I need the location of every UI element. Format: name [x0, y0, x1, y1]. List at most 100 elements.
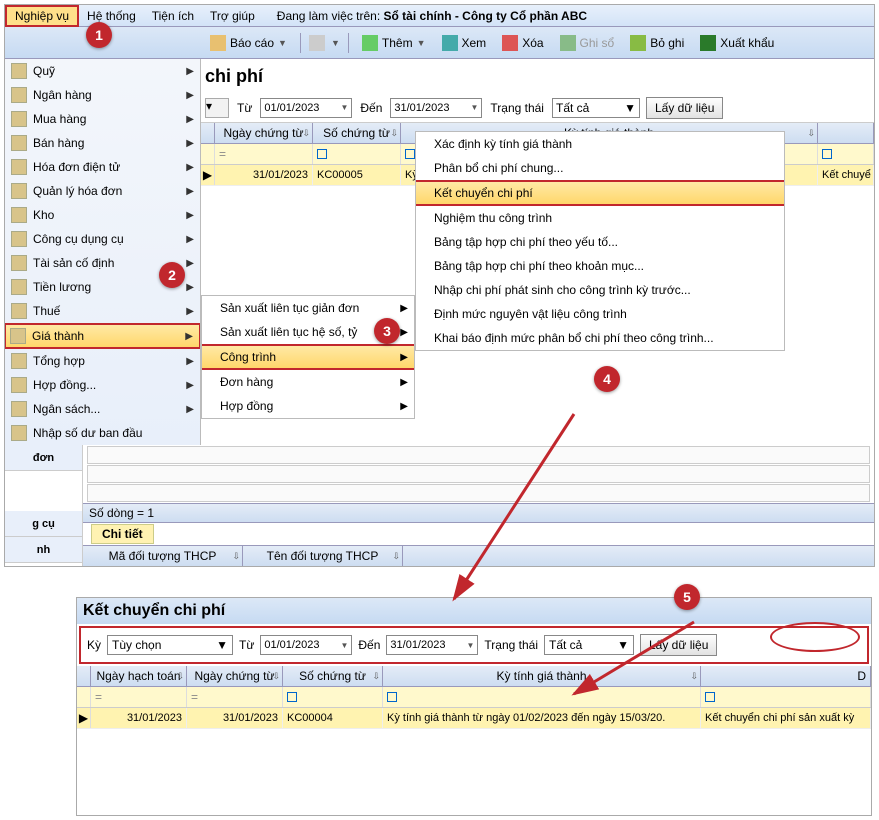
marker-1: 1 — [86, 22, 112, 48]
menu-item-1[interactable]: Ngân hàng▶ — [5, 83, 200, 107]
menu-item-13[interactable]: Hợp đồng...▶ — [5, 373, 200, 397]
menu-item-2[interactable]: Mua hàng▶ — [5, 107, 200, 131]
col-madoituong[interactable]: Mã đối tượng THCP⇩ — [83, 546, 243, 566]
p2-grid-header: Ngày hạch toán⇩ Ngày chứng từ⇩ Số chứng … — [77, 666, 871, 687]
module-icon — [11, 279, 27, 295]
col-tendoituong[interactable]: Tên đối tượng THCP⇩ — [243, 546, 403, 566]
from-label: Từ — [237, 101, 252, 115]
working-context: Đang làm việc trên: Sổ tài chính - Công … — [267, 9, 587, 23]
from-date[interactable]: 01/01/2023▼ — [260, 98, 352, 118]
marker-2: 2 — [159, 262, 185, 288]
delete-icon — [502, 35, 518, 51]
toolbar-xoa[interactable]: Xóa — [497, 33, 548, 53]
module-icon — [10, 328, 26, 344]
toolbar-xuatkhau[interactable]: Xuất khẩu — [695, 33, 779, 53]
module-icon — [11, 377, 27, 393]
marker-5: 5 — [674, 584, 700, 610]
p2-fetch-button[interactable]: Lấy dữ liệu — [640, 634, 717, 656]
lefttab-gcu[interactable]: g cụ — [5, 511, 82, 537]
p2-col-chungtu[interactable]: Ngày chứng từ⇩ — [187, 666, 283, 686]
menu-tienich[interactable]: Tiện ích — [144, 7, 202, 25]
toolbar-them[interactable]: Thêm▼ — [357, 33, 431, 53]
sub3-item-2[interactable]: Kết chuyển chi phí — [416, 180, 784, 206]
p2-cell-trail: Kết chuyển chi phí sản xuất kỳ — [701, 708, 871, 728]
p2-col-d[interactable]: D — [701, 666, 871, 686]
p2-row[interactable]: ▶ 31/01/2023 31/01/2023 KC00004 Kỳ tính … — [77, 708, 871, 729]
menu-item-7[interactable]: Công cụ dụng cụ▶ — [5, 227, 200, 251]
p2-from-date[interactable]: 01/01/2023▼ — [260, 635, 352, 655]
dropdown-menu: Quỹ▶Ngân hàng▶Mua hàng▶Bán hàng▶Hóa đơn … — [5, 59, 201, 445]
marker-4: 4 — [594, 366, 620, 392]
module-icon — [11, 401, 27, 417]
menu-item-5[interactable]: Quản lý hóa đơn▶ — [5, 179, 200, 203]
p2-tu-label: Từ — [239, 638, 254, 652]
menu-item-14[interactable]: Ngân sách...▶ — [5, 397, 200, 421]
module-icon — [11, 87, 27, 103]
sub-item-4[interactable]: Hợp đồng▶ — [202, 394, 414, 418]
to-date[interactable]: 31/01/2023▼ — [390, 98, 482, 118]
module-icon — [11, 183, 27, 199]
module-icon — [11, 207, 27, 223]
menu-item-10[interactable]: Thuế▶ — [5, 299, 200, 323]
menu-item-3[interactable]: Bán hàng▶ — [5, 131, 200, 155]
module-icon — [11, 255, 27, 271]
unpost-icon — [630, 35, 646, 51]
menu-hethong[interactable]: Hệ thống — [79, 7, 144, 25]
p2-cell-hachtoan: 31/01/2023 — [91, 708, 187, 728]
sub3-item-7[interactable]: Định mức nguyên vật liệu công trình — [416, 302, 784, 326]
module-icon — [11, 231, 27, 247]
menu-nghiepvu[interactable]: Nghiệp vụ — [5, 5, 79, 27]
menu-item-12[interactable]: Tổng hợp▶ — [5, 349, 200, 373]
sub3-item-1[interactable]: Phân bổ chi phí chung... — [416, 156, 784, 180]
menu-item-15[interactable]: Nhập số dư ban đầu — [5, 421, 200, 445]
fetch-button[interactable]: Lấy dữ liệu — [646, 97, 723, 119]
view-icon — [442, 35, 458, 51]
sub3-item-0[interactable]: Xác định kỳ tính giá thành — [416, 132, 784, 156]
p2-col-hachtoan[interactable]: Ngày hạch toán⇩ — [91, 666, 187, 686]
p2-den-label: Đến — [358, 638, 380, 652]
menu-item-0[interactable]: Quỹ▶ — [5, 59, 200, 83]
p2-to-date[interactable]: 31/01/2023▼ — [386, 635, 478, 655]
p2-cell-chungtu: 31/01/2023 — [187, 708, 283, 728]
period-select[interactable]: ▾ — [205, 98, 229, 118]
p2-status-select[interactable]: Tất cả▼ — [544, 635, 634, 655]
sub3-item-3[interactable]: Nghiệm thu công trình — [416, 206, 784, 230]
add-icon — [362, 35, 378, 51]
menu-item-11[interactable]: Giá thành▶ — [5, 323, 200, 349]
menu-item-6[interactable]: Kho▶ — [5, 203, 200, 227]
sub-item-0[interactable]: Sản xuất liên tục giản đơn▶ — [202, 296, 414, 320]
sub-item-2[interactable]: Công trình▶ — [202, 344, 414, 370]
toolbar-boghi[interactable]: Bỏ ghi — [625, 33, 689, 53]
toolbar-baocao[interactable]: Báo cáo▼ — [205, 33, 292, 53]
sub3-item-4[interactable]: Bảng tập hợp chi phí theo yếu tố... — [416, 230, 784, 254]
cell-so: KC00005 — [313, 165, 401, 185]
col-ngaychungtu[interactable]: Ngày chứng từ⇩ — [215, 123, 313, 143]
lefttab-don[interactable]: đơn — [5, 445, 82, 471]
sub3-item-6[interactable]: Nhập chi phí phát sinh cho công trình kỳ… — [416, 278, 784, 302]
row-count: Số dòng = 1 — [83, 503, 874, 523]
p2-col-ky[interactable]: Kỳ tính giá thành⇩ — [383, 666, 701, 686]
sub3-item-8[interactable]: Khai báo định mức phân bổ chi phí theo c… — [416, 326, 784, 350]
menu-item-4[interactable]: Hóa đơn điện tử▶ — [5, 155, 200, 179]
p2-status-label: Trạng thái — [484, 638, 538, 652]
status-select[interactable]: Tất cả▼ — [552, 98, 640, 118]
p2-ky-label: Kỳ — [87, 638, 101, 652]
p2-ky-select[interactable]: Tùy chọn▼ — [107, 635, 233, 655]
main-area: chi phí ▾ Từ 01/01/2023▼ Đến 31/01/2023▼… — [201, 59, 874, 445]
sub-item-3[interactable]: Đơn hàng▶ — [202, 370, 414, 394]
lefttab-nh[interactable]: nh — [5, 537, 82, 563]
submenu-congtrinh: Xác định kỳ tính giá thànhPhân bổ chi ph… — [415, 131, 785, 351]
tab-chitiet[interactable]: Chi tiết — [91, 524, 154, 544]
left-tabs: đơn g cụ nh — [5, 445, 83, 566]
module-icon — [11, 425, 27, 441]
toolbar: Báo cáo▼ ▼ Thêm▼ Xem Xóa Ghi sổ Bỏ ghi X… — [5, 27, 874, 59]
sub3-item-5[interactable]: Bảng tập hợp chi phí theo khoản mục... — [416, 254, 784, 278]
toolbar-ghiso[interactable]: Ghi sổ — [555, 33, 620, 53]
module-icon — [11, 353, 27, 369]
col-sochungtu[interactable]: Số chứng từ⇩ — [313, 123, 401, 143]
menu-trogiup[interactable]: Trợ giúp — [202, 7, 263, 25]
submenu-giathanh: Sản xuất liên tục giản đơn▶Sản xuất liên… — [201, 295, 415, 419]
misc-icon[interactable] — [309, 35, 325, 51]
p2-col-so[interactable]: Số chứng từ⇩ — [283, 666, 383, 686]
toolbar-xem[interactable]: Xem — [437, 33, 492, 53]
